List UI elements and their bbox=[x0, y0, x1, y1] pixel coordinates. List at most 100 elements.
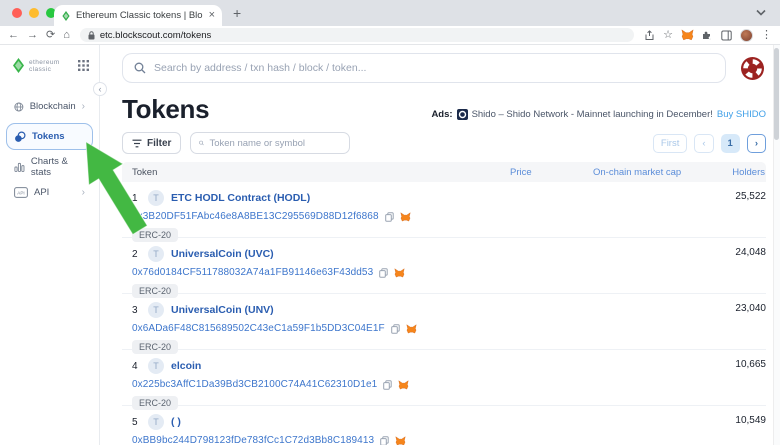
table-row: 5 T ( ) 0xBB9bc244D798123fDe783fCc1C72d3… bbox=[122, 406, 766, 445]
metamask-icon[interactable] bbox=[400, 212, 411, 222]
token-name-link[interactable]: UniversalCoin (UVC) bbox=[171, 248, 274, 260]
table-row: 1 T ETC HODL Contract (HODL) 0x3B20DF51F… bbox=[122, 182, 766, 238]
sidebar: ethereum classic Blockchain › bbox=[0, 45, 100, 445]
bookmark-star-icon[interactable]: ☆ bbox=[663, 30, 673, 41]
browser-menu-icon[interactable]: ⋮ bbox=[761, 30, 772, 41]
global-search-bar[interactable] bbox=[122, 53, 726, 83]
side-panel-icon[interactable] bbox=[721, 30, 732, 41]
token-avatar: T bbox=[148, 190, 164, 206]
price-cell bbox=[510, 182, 593, 243]
row-index: 5 bbox=[132, 417, 141, 428]
toolbar-extensions: ☆ ⋮ bbox=[644, 29, 772, 42]
back-icon[interactable]: ← bbox=[8, 30, 19, 41]
token-cell: 4 T elcoin 0x225bc3AffC1Da39Bd3CB2100C74… bbox=[122, 350, 510, 411]
browser-toolbar: ← → ⟳ ⌂ etc.blockscout.com/tokens ☆ bbox=[0, 26, 780, 45]
close-tab-icon[interactable]: × bbox=[209, 10, 215, 21]
price-cell bbox=[510, 238, 593, 299]
token-address-link[interactable]: 0xBB9bc244D798123fDe783fCc1C72d3Bb8C1894… bbox=[132, 435, 374, 445]
token-cell: 3 T UniversalCoin (UNV) 0x6ADa6F48C81568… bbox=[122, 294, 510, 355]
minimize-window-button[interactable] bbox=[29, 8, 39, 18]
pagination-next-button[interactable]: › bbox=[747, 134, 766, 153]
copy-icon[interactable] bbox=[380, 436, 389, 445]
global-search-input[interactable] bbox=[154, 62, 714, 74]
market-cap-cell bbox=[593, 406, 727, 445]
row-index: 4 bbox=[132, 361, 141, 372]
metamask-icon[interactable] bbox=[406, 324, 417, 334]
sidebar-item-label: Tokens bbox=[32, 131, 65, 142]
column-header-holders[interactable]: Holders bbox=[727, 167, 766, 178]
svg-text:API: API bbox=[17, 191, 24, 196]
metamask-icon[interactable] bbox=[398, 380, 409, 390]
scrollbar-thumb[interactable] bbox=[774, 48, 779, 140]
row-index: 1 bbox=[132, 193, 141, 204]
home-icon[interactable]: ⌂ bbox=[63, 30, 70, 41]
copy-icon[interactable] bbox=[385, 212, 394, 222]
network-selector-icon[interactable] bbox=[739, 55, 766, 82]
sidebar-item-charts-stats[interactable]: Charts & stats bbox=[8, 155, 91, 178]
tab-title: Ethereum Classic tokens | Blo bbox=[76, 10, 204, 21]
sidebar-item-tokens[interactable]: Tokens bbox=[6, 123, 93, 150]
token-name-link[interactable]: elcoin bbox=[171, 360, 201, 372]
forward-icon[interactable]: → bbox=[27, 30, 38, 41]
metamask-icon[interactable] bbox=[394, 268, 405, 278]
metamask-icon[interactable] bbox=[681, 29, 694, 41]
metamask-icon[interactable] bbox=[395, 436, 406, 445]
sidebar-item-blockchain[interactable]: Blockchain › bbox=[8, 95, 91, 118]
copy-icon[interactable] bbox=[379, 268, 388, 278]
holders-cell: 25,522 bbox=[727, 182, 766, 243]
filter-button-label: Filter bbox=[147, 138, 171, 149]
token-avatar: T bbox=[148, 358, 164, 374]
reload-icon[interactable]: ⟳ bbox=[46, 30, 55, 41]
sidebar-nav: Blockchain › Tokens Charts & stats bbox=[0, 95, 99, 204]
top-search-row bbox=[122, 53, 766, 83]
table-row: 3 T UniversalCoin (UNV) 0x6ADa6F48C81568… bbox=[122, 294, 766, 350]
browser-window: Ethereum Classic tokens | Blo × + ← → ⟳ … bbox=[0, 0, 780, 445]
token-search-input[interactable] bbox=[209, 138, 341, 149]
column-header-price[interactable]: Price bbox=[510, 167, 593, 178]
copy-icon[interactable] bbox=[391, 324, 400, 334]
token-name-link[interactable]: ( ) bbox=[171, 416, 181, 428]
search-icon bbox=[134, 62, 146, 74]
chevron-right-icon: › bbox=[82, 187, 85, 198]
etc-logo[interactable]: ethereum classic bbox=[0, 45, 99, 77]
window-controls bbox=[12, 8, 56, 18]
token-name-link[interactable]: ETC HODL Contract (HODL) bbox=[171, 192, 310, 204]
pagination: First ‹ 1 › bbox=[653, 134, 766, 153]
ads-text: Shido – Shido Network - Mainnet launchin… bbox=[472, 109, 713, 120]
token-cell: 5 T ( ) 0xBB9bc244D798123fDe783fCc1C72d3… bbox=[122, 406, 510, 445]
api-icon: API bbox=[14, 187, 28, 198]
address-bar[interactable]: etc.blockscout.com/tokens bbox=[80, 28, 634, 42]
token-address-link[interactable]: 0x6ADa6F48C815689502C43eC1a59F1b5DD3C04E… bbox=[132, 323, 385, 334]
token-name-link[interactable]: UniversalCoin (UNV) bbox=[171, 304, 274, 316]
token-address-link[interactable]: 0x3B20DF51FAbc46e8A8BE13C295569D88D12f68… bbox=[132, 211, 379, 222]
profile-avatar[interactable] bbox=[740, 29, 753, 42]
copy-icon[interactable] bbox=[383, 380, 392, 390]
token-address-link[interactable]: 0x76d0184CF511788032A74a1FB91146e63F43dd… bbox=[132, 267, 373, 278]
filter-button[interactable]: Filter bbox=[122, 132, 181, 154]
share-icon[interactable] bbox=[644, 30, 655, 41]
page-scrollbar[interactable] bbox=[773, 45, 780, 445]
extensions-puzzle-icon[interactable] bbox=[702, 30, 713, 41]
search-tabs-chevron-icon[interactable] bbox=[756, 9, 766, 16]
filter-row: Filter First ‹ 1 › bbox=[122, 132, 766, 154]
pagination-current-page: 1 bbox=[721, 134, 740, 153]
pagination-prev-button[interactable]: ‹ bbox=[694, 134, 713, 153]
sidebar-item-api[interactable]: API API › bbox=[8, 181, 91, 204]
tokens-coins-icon bbox=[14, 131, 26, 143]
market-cap-cell bbox=[593, 238, 727, 299]
apps-grid-icon[interactable] bbox=[78, 60, 89, 71]
ads-buy-link[interactable]: Buy SHIDO bbox=[717, 109, 766, 120]
close-window-button[interactable] bbox=[12, 8, 22, 18]
token-search-bar[interactable] bbox=[190, 132, 350, 154]
price-cell bbox=[510, 350, 593, 411]
pagination-first-button[interactable]: First bbox=[653, 134, 687, 153]
row-index: 2 bbox=[132, 249, 141, 260]
token-avatar: T bbox=[148, 302, 164, 318]
new-tab-button[interactable]: + bbox=[233, 5, 241, 21]
filter-icon bbox=[132, 139, 142, 148]
browser-tab[interactable]: Ethereum Classic tokens | Blo × bbox=[54, 5, 222, 26]
column-header-market-cap[interactable]: On-chain market cap bbox=[593, 167, 727, 178]
token-cell: 1 T ETC HODL Contract (HODL) 0x3B20DF51F… bbox=[122, 182, 510, 243]
token-address-link[interactable]: 0x225bc3AffC1Da39Bd3CB2100C74A41C62310D1… bbox=[132, 379, 377, 390]
sidebar-collapse-button[interactable]: ‹ bbox=[93, 82, 107, 96]
